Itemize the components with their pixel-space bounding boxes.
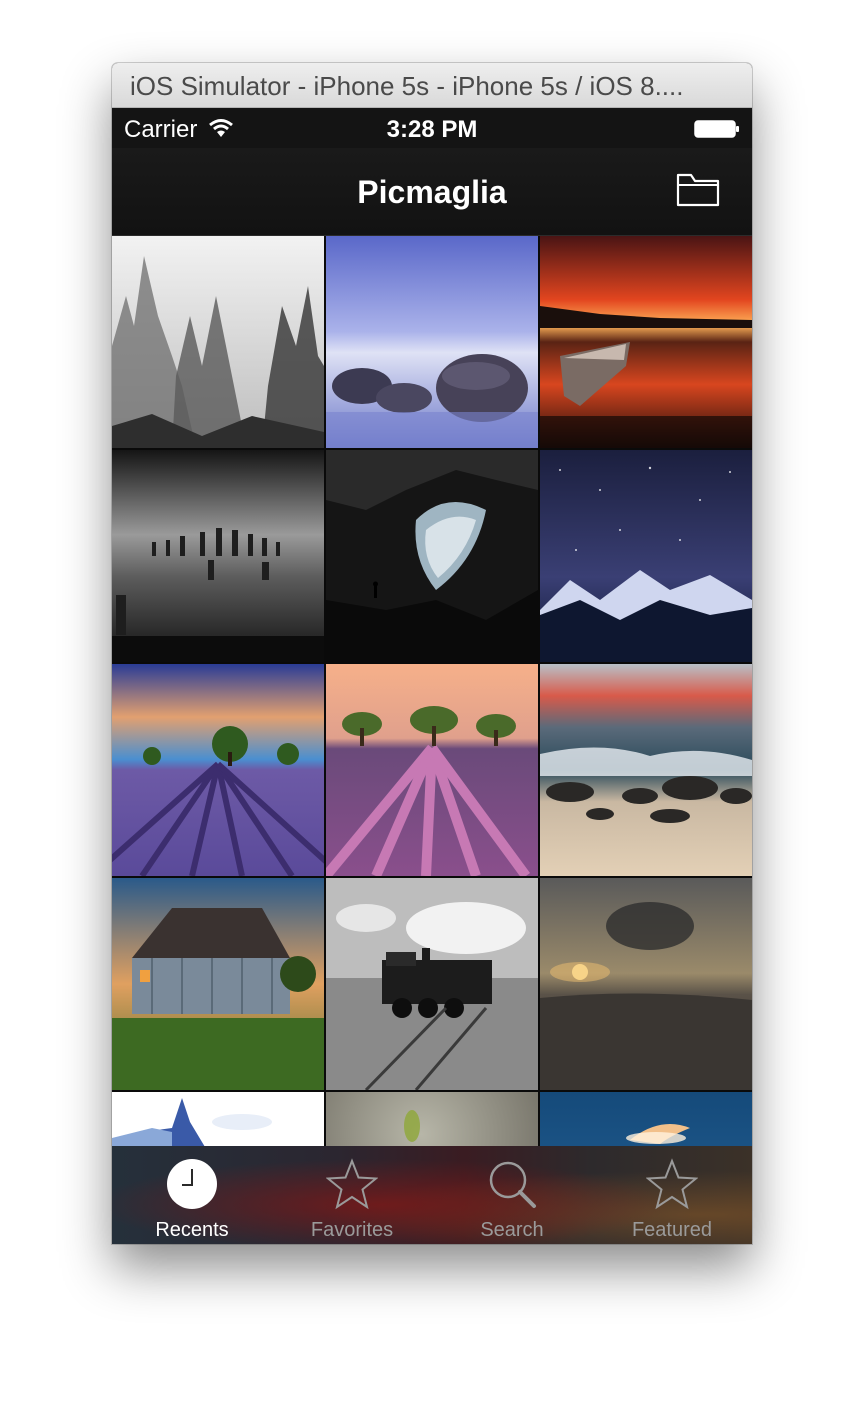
- photo-thumbnail[interactable]: [540, 1092, 752, 1146]
- photo-image: [112, 878, 324, 1090]
- tab-featured[interactable]: Featured: [592, 1146, 752, 1244]
- photo-thumbnail[interactable]: [112, 878, 324, 1090]
- photo-image: [112, 664, 324, 876]
- photo-image: [326, 236, 538, 448]
- photo-image: [112, 236, 324, 448]
- photo-image: [326, 1092, 538, 1146]
- photo-thumbnail[interactable]: [112, 450, 324, 662]
- tab-favorites-label: Favorites: [310, 1219, 394, 1241]
- magnifier-icon: [489, 1161, 536, 1208]
- window-title: iOS Simulator - iPhone 5s - iPhone 5s / …: [130, 71, 684, 101]
- photo-thumbnail[interactable]: [540, 236, 752, 448]
- photo-thumbnail[interactable]: [326, 878, 538, 1090]
- tab-featured-label: Featured: [631, 1219, 713, 1241]
- photo-thumbnail[interactable]: [540, 664, 752, 876]
- photo-thumbnail[interactable]: [112, 1092, 324, 1146]
- status-bar: Carrier 3:28 PM: [112, 108, 752, 148]
- photo-thumbnail[interactable]: [112, 664, 324, 876]
- photo-thumbnail[interactable]: [540, 450, 752, 662]
- status-time: 3:28 PM: [386, 116, 478, 143]
- photo-thumbnail[interactable]: [326, 450, 538, 662]
- photo-thumbnail[interactable]: [540, 878, 752, 1090]
- folder-icon[interactable]: [675, 170, 721, 210]
- navigation-bar: Picmaglia: [112, 148, 752, 236]
- tab-recents-label: Recents: [155, 1219, 229, 1241]
- nav-title: Picmaglia: [357, 174, 507, 210]
- clock-icon: [167, 1159, 217, 1209]
- photo-image: [326, 450, 538, 662]
- photo-image: [540, 236, 752, 448]
- photo-image: [540, 664, 752, 876]
- photo-image: [326, 878, 538, 1090]
- tab-search-label: Search: [480, 1219, 544, 1241]
- photo-thumbnail[interactable]: [112, 236, 324, 448]
- tab-recents[interactable]: Recents: [112, 1146, 272, 1244]
- device-screen: Carrier 3:28 PM Picmaglia Recents Favori…: [112, 108, 752, 1244]
- photo-thumbnail[interactable]: [326, 236, 538, 448]
- tab-search[interactable]: Search: [432, 1146, 592, 1244]
- photo-image: [326, 664, 538, 876]
- battery-icon: [694, 120, 739, 138]
- tab-bar: Recents Favorites Search Featured: [112, 1146, 752, 1244]
- star-icon: [646, 1158, 698, 1210]
- photo-grid[interactable]: [112, 236, 752, 1146]
- photo-image: [112, 1092, 324, 1146]
- star-icon: [326, 1158, 378, 1210]
- window-titlebar[interactable]: iOS Simulator - iPhone 5s - iPhone 5s / …: [112, 63, 752, 108]
- photo-image: [112, 450, 324, 662]
- photo-image: [540, 1092, 752, 1146]
- photo-thumbnail[interactable]: [326, 664, 538, 876]
- tab-favorites[interactable]: Favorites: [272, 1146, 432, 1244]
- photo-image: [540, 878, 752, 1090]
- simulator-window: iOS Simulator - iPhone 5s - iPhone 5s / …: [112, 63, 752, 1244]
- photo-image: [540, 450, 752, 662]
- photo-thumbnail[interactable]: [326, 1092, 538, 1146]
